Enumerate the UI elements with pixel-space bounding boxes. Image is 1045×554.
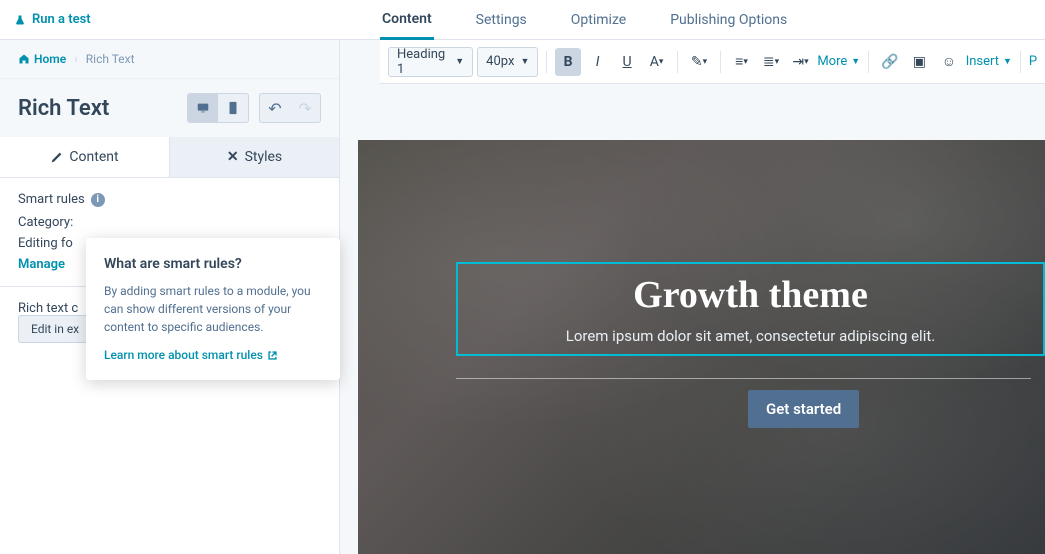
pencil-icon <box>50 151 63 164</box>
separator <box>1020 51 1021 73</box>
run-test-link[interactable]: Run a test <box>14 12 91 27</box>
tooltip-title: What are smart rules? <box>104 256 322 272</box>
underline-button[interactable]: U <box>614 48 640 76</box>
image-button[interactable]: ▣ <box>907 48 933 76</box>
desktop-view-button[interactable] <box>188 94 218 122</box>
mobile-icon <box>228 101 238 115</box>
italic-button[interactable]: I <box>585 48 611 76</box>
separator <box>720 51 721 73</box>
info-icon[interactable]: i <box>91 193 105 207</box>
chevron-down-icon: ▼ <box>520 56 529 67</box>
external-link-icon <box>267 350 278 361</box>
get-started-button[interactable]: Get started <box>748 390 859 428</box>
heading-select[interactable]: Heading 1▼ <box>388 47 473 77</box>
manage-link[interactable]: Manage <box>18 257 65 272</box>
edit-expanded-button[interactable]: Edit in ex <box>18 315 92 343</box>
separator <box>868 51 869 73</box>
preview-canvas: Growth theme Lorem ipsum dolor sit amet,… <box>358 140 1045 554</box>
breadcrumb-current: Rich Text <box>86 52 135 66</box>
link-button[interactable]: 🔗 <box>877 48 903 76</box>
run-test-label: Run a test <box>32 12 91 27</box>
mobile-view-button[interactable] <box>218 94 248 122</box>
hero-divider <box>456 378 1031 379</box>
indent-button[interactable]: ⇥▾ <box>788 48 814 76</box>
align-button[interactable]: ≡▾ <box>729 48 755 76</box>
separator <box>546 51 547 73</box>
styles-icon: ✕ <box>227 149 239 165</box>
desktop-icon <box>196 101 210 115</box>
tab-settings[interactable]: Settings <box>474 0 529 40</box>
smart-rules-label: Smart rules <box>18 192 85 207</box>
tab-content[interactable]: Content <box>380 0 434 40</box>
hero-subtitle: Lorem ipsum dolor sit amet, consectetur … <box>566 327 935 345</box>
category-label: Category: <box>18 215 321 230</box>
flask-icon <box>14 14 26 26</box>
tab-publishing[interactable]: Publishing Options <box>668 0 789 40</box>
breadcrumb: Home › Rich Text <box>0 40 339 79</box>
tooltip-learn-more-link[interactable]: Learn more about smart rules <box>104 348 322 362</box>
redo-button[interactable]: ↷ <box>290 94 320 122</box>
fontsize-select[interactable]: 40px▼ <box>477 47 538 77</box>
subtab-styles[interactable]: ✕ Styles <box>170 137 339 177</box>
panel-title: Rich Text <box>18 96 109 121</box>
hero-selected-module[interactable]: Growth theme Lorem ipsum dolor sit amet,… <box>456 262 1045 356</box>
tooltip-body: By adding smart rules to a module, you c… <box>104 282 322 336</box>
hero-title: Growth theme <box>633 273 868 317</box>
more-button[interactable]: More▼ <box>817 54 860 69</box>
insert-button[interactable]: Insert▼ <box>966 54 1012 69</box>
list-button[interactable]: ≣▾ <box>758 48 784 76</box>
undo-button[interactable]: ↶ <box>260 94 290 122</box>
home-icon <box>18 53 30 65</box>
bold-button[interactable]: B <box>555 48 581 76</box>
breadcrumb-home[interactable]: Home <box>18 52 66 66</box>
p-button[interactable]: P <box>1029 54 1037 69</box>
tab-optimize[interactable]: Optimize <box>569 0 628 40</box>
highlight-button[interactable]: ✎▾ <box>686 48 712 76</box>
separator <box>677 51 678 73</box>
chevron-down-icon: ▼ <box>455 56 464 67</box>
subtab-content[interactable]: Content <box>0 137 170 177</box>
smart-rules-tooltip: What are smart rules? By adding smart ru… <box>86 238 340 380</box>
text-color-button[interactable]: A▾ <box>644 48 670 76</box>
breadcrumb-separator: › <box>74 52 78 66</box>
emoji-button[interactable]: ☺ <box>936 48 962 76</box>
